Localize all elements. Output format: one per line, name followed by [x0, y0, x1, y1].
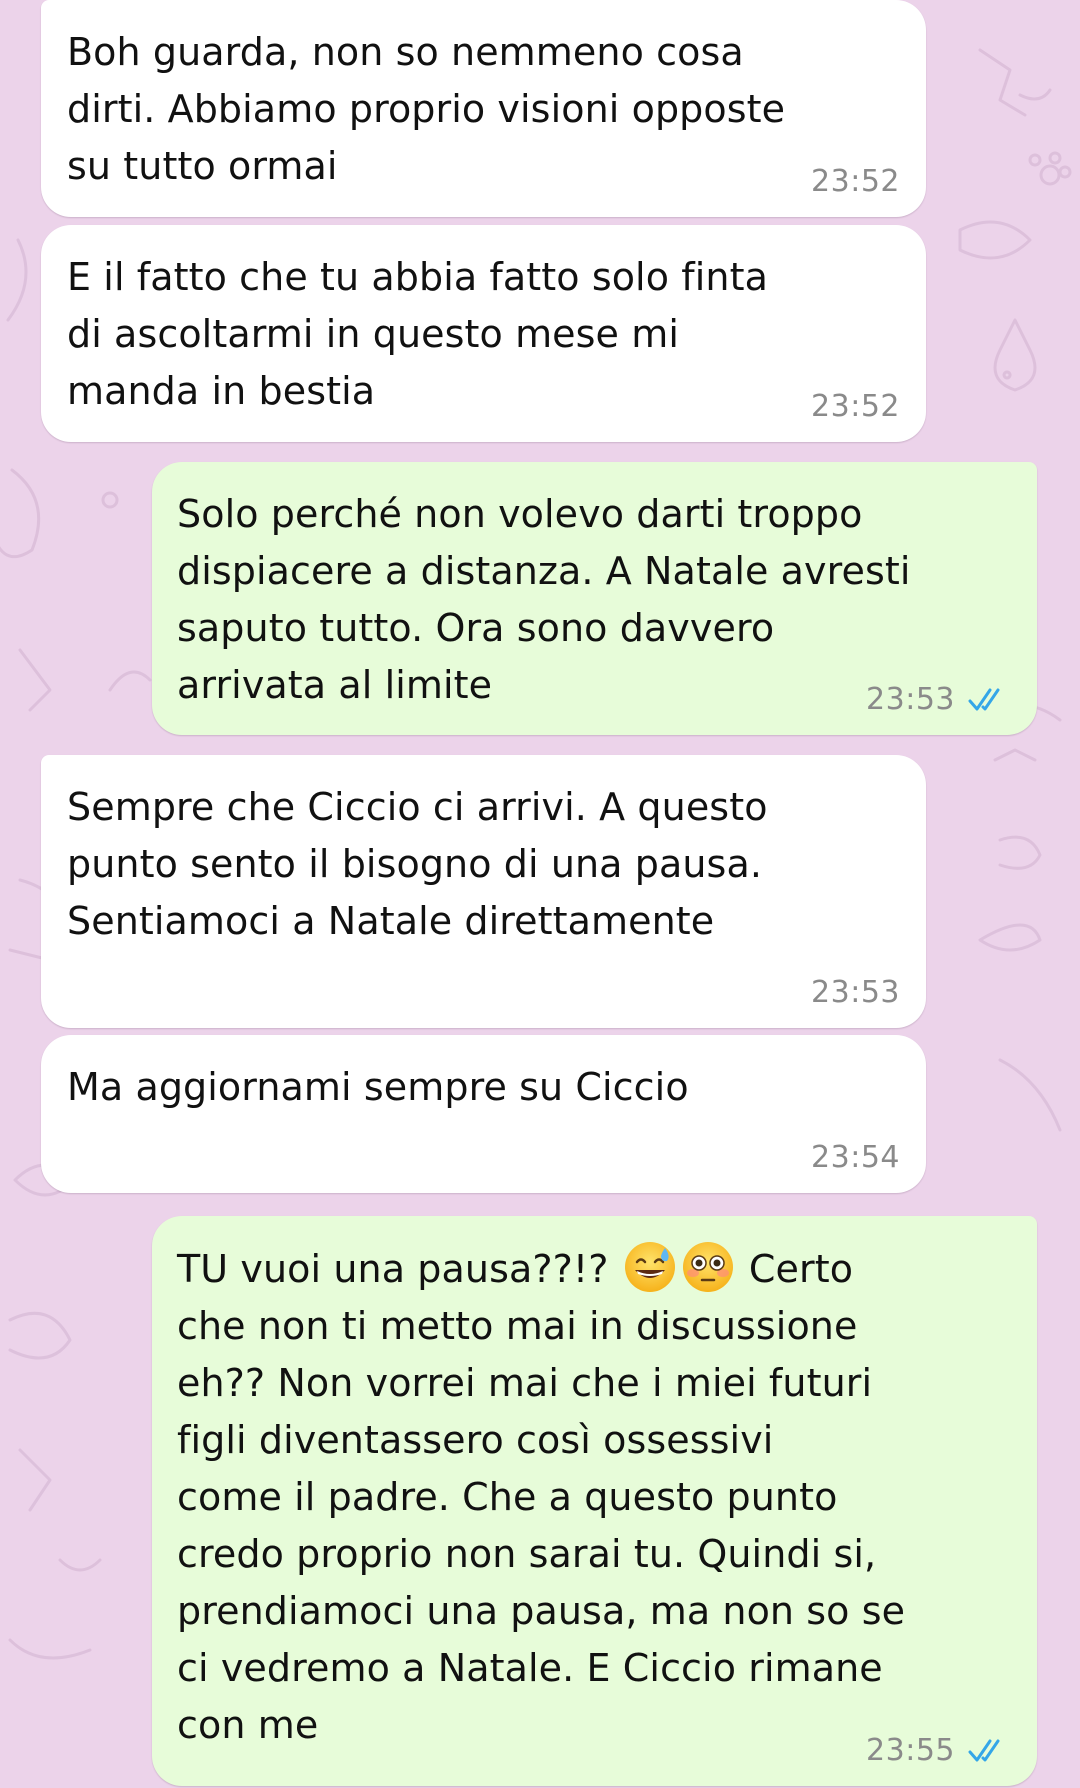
message-text: Solo perché non volevo darti troppo disp…	[177, 492, 911, 707]
message-meta: 23:52	[811, 164, 900, 199]
chat-conversation: Boh guarda, non so nemmeno cosa dirti. A…	[0, 0, 1080, 1788]
message-meta: 23:54	[811, 1140, 900, 1175]
message-text: E il fatto che tu abbia fatto solo finta…	[67, 255, 768, 413]
double-check-read-icon	[968, 1739, 1000, 1761]
outgoing-message-bubble[interactable]: TU vuoi una pausa??!? Certo che non ti m…	[152, 1216, 1037, 1786]
outgoing-message-bubble[interactable]: Solo perché non volevo darti troppo disp…	[152, 462, 1037, 735]
message-timestamp: 23:53	[866, 682, 955, 717]
message-text: Boh guarda, non so nemmeno cosa dirti. A…	[67, 30, 786, 188]
message-timestamp: 23:55	[866, 1733, 955, 1768]
message-meta: 23:53	[811, 975, 900, 1010]
incoming-message-bubble[interactable]: E il fatto che tu abbia fatto solo finta…	[41, 225, 926, 442]
double-check-read-icon	[968, 688, 1000, 710]
message-timestamp: 23:53	[811, 975, 900, 1010]
message-text: Sempre che Ciccio ci arrivi. A questo pu…	[67, 785, 768, 943]
message-meta: 23:53	[866, 682, 1011, 717]
message-meta: 23:52	[811, 389, 900, 424]
incoming-message-bubble[interactable]: Ma aggiornami sempre su Ciccio 23:54	[41, 1035, 926, 1193]
message-text: Ma aggiornami sempre su Ciccio	[67, 1065, 689, 1109]
flushed-face-emoji	[682, 1242, 733, 1292]
message-timestamp: 23:52	[811, 164, 900, 199]
message-timestamp: 23:52	[811, 389, 900, 424]
message-timestamp: 23:54	[811, 1140, 900, 1175]
message-text: TU vuoi una pausa??!? Certo che non ti m…	[177, 1240, 1011, 1754]
incoming-message-bubble[interactable]: Boh guarda, non so nemmeno cosa dirti. A…	[41, 0, 926, 217]
message-meta: 23:55	[866, 1733, 1011, 1768]
grinning-face-with-sweat-emoji	[624, 1242, 675, 1292]
incoming-message-bubble[interactable]: Sempre che Ciccio ci arrivi. A questo pu…	[41, 755, 926, 1028]
